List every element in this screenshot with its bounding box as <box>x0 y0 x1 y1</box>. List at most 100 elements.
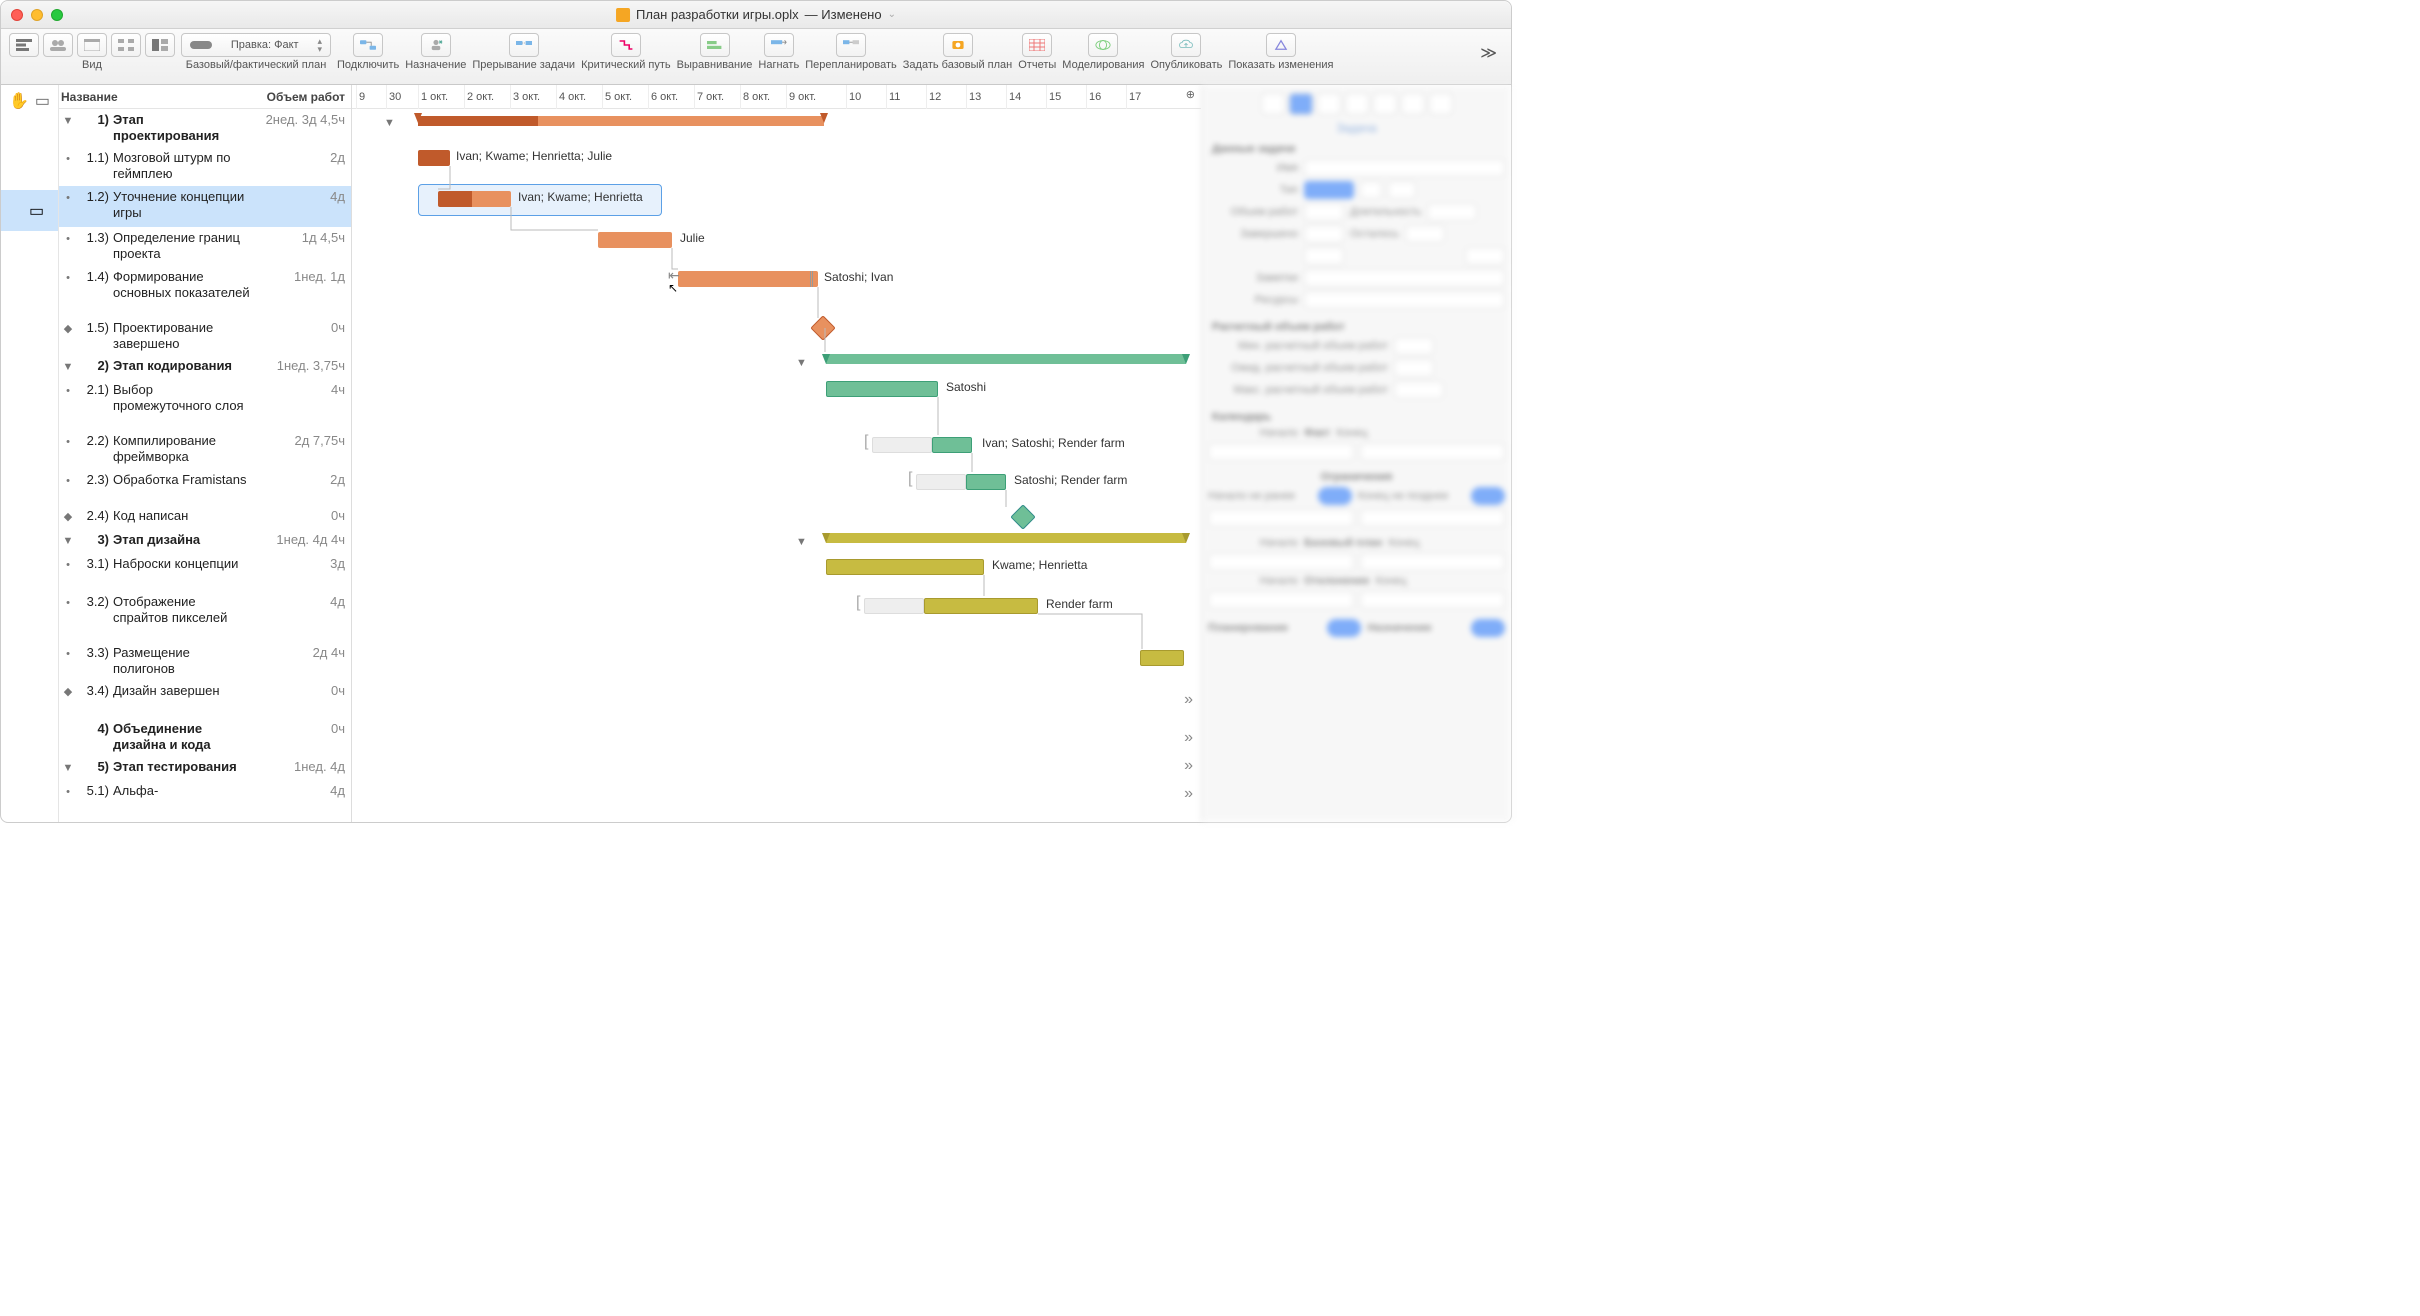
show-changes-button[interactable] <box>1266 33 1296 57</box>
inspector-panel[interactable]: Задача Данные задачи Имя Тип Объем работ… <box>1201 85 1511 822</box>
inspector-type-pill[interactable] <box>1304 181 1354 199</box>
minimize-window-button[interactable] <box>31 9 43 21</box>
inspector-tabs[interactable] <box>1208 93 1505 115</box>
selected-row-note-icon[interactable]: ▭ <box>1 190 58 231</box>
toolbar-overflow-button[interactable]: ≫ <box>1480 33 1503 63</box>
row-index: 1) <box>77 112 113 127</box>
toolbar-group-baseline: Правка: Факт ▴▾ Базовый/фактический план <box>181 33 331 71</box>
split-task-button[interactable] <box>509 33 539 57</box>
gantt-timescale: ⊕ 9301 окт.2 окт.3 окт.4 окт.5 окт.6 окт… <box>352 85 1201 109</box>
reschedule-button[interactable] <box>836 33 866 57</box>
connect-button[interactable] <box>353 33 383 57</box>
outline-row[interactable]: ▼3)Этап дизайна1нед. 4д 4ч <box>59 529 351 553</box>
catchup-button[interactable] <box>764 33 794 57</box>
outline-row[interactable]: •3.3)Размещение полигонов2д 4ч <box>59 642 351 680</box>
edit-mode-selector[interactable]: Правка: Факт ▴▾ <box>181 33 331 57</box>
row-bullet-icon: • <box>59 230 77 248</box>
outline-row[interactable]: •1.4)Формирование основных показателей1н… <box>59 266 351 317</box>
row-index: 2) <box>77 358 113 373</box>
outline-gutter: ✋ ▭ ▭ <box>1 85 59 822</box>
toolbar-group-view: Вид <box>9 33 175 71</box>
outline-row[interactable]: ◆3.4)Дизайн завершен0ч <box>59 680 351 718</box>
row-index: 1.1) <box>77 150 113 165</box>
outline-row[interactable]: •2.2)Компилирование фреймворка2д 7,75ч <box>59 430 351 469</box>
timescale-tick: 6 окт. <box>648 85 678 109</box>
row-effort: 2нед. 3д 4,5ч <box>255 112 351 127</box>
outline-row[interactable]: •3.2)Отображение спрайтов пикселей4д <box>59 591 351 642</box>
row-name: Этап кодирования <box>113 358 255 374</box>
outline-row[interactable]: •1.2)Уточнение концепции игры4д <box>59 186 351 227</box>
row-effort: 4ч <box>255 382 351 397</box>
outline-row[interactable]: •2.1)Выбор промежуточного слоя4ч <box>59 379 351 430</box>
row-name: Размещение полигонов <box>113 645 255 677</box>
outline-row[interactable]: •1.3)Определение границ проекта1д 4,5ч <box>59 227 351 266</box>
row-bullet-icon: ▼ <box>59 358 77 376</box>
outline-row[interactable]: •3.1)Наброски концепции3д <box>59 553 351 591</box>
zoom-icon[interactable]: ⊕ <box>1186 88 1195 101</box>
timescale-tick: 5 окт. <box>602 85 632 109</box>
row-bullet-icon: • <box>59 556 77 574</box>
reports-button[interactable] <box>1022 33 1052 57</box>
row-bullet-icon: ▼ <box>59 112 77 130</box>
toolbar-label-reports: Отчеты <box>1018 59 1056 71</box>
view-styles-button[interactable] <box>145 33 175 57</box>
row-effort: 1д 4,5ч <box>255 230 351 245</box>
critical-path-button[interactable] <box>611 33 641 57</box>
row-effort: 0ч <box>255 508 351 523</box>
row-name: Обработка Framistans <box>113 472 255 488</box>
note-column-icon[interactable]: ▭ <box>35 91 50 111</box>
view-network-button[interactable] <box>111 33 141 57</box>
timescale-tick: 1 окт. <box>418 85 448 109</box>
outline-row[interactable]: ▼5)Этап тестирования1нед. 4д <box>59 756 351 780</box>
view-gantt-button[interactable] <box>9 33 39 57</box>
row-index: 2.2) <box>77 433 113 448</box>
outline-row[interactable]: ◆2.4)Код написан0ч <box>59 505 351 529</box>
zoom-window-button[interactable] <box>51 9 63 21</box>
timescale-tick: 30 <box>386 85 401 109</box>
row-effort: 0ч <box>255 320 351 335</box>
toolbar-label-simulations: Моделирования <box>1062 59 1144 71</box>
assign-button[interactable] <box>421 33 451 57</box>
hand-tool-icon[interactable]: ✋ <box>9 91 29 111</box>
timescale-tick: 13 <box>966 85 981 109</box>
close-window-button[interactable] <box>11 9 23 21</box>
simulations-button[interactable] <box>1088 33 1118 57</box>
row-bullet-icon: • <box>59 150 77 168</box>
row-name: Этап проектирования <box>113 112 255 144</box>
task-outline[interactable]: Название Объем работ ▼1)Этап проектирова… <box>59 85 351 822</box>
row-bullet-icon: • <box>59 269 77 287</box>
row-index: 4) <box>77 721 113 736</box>
start-constraint-switch[interactable] <box>1318 487 1352 505</box>
view-resources-button[interactable] <box>43 33 73 57</box>
row-effort: 3д <box>255 556 351 571</box>
title-dropdown-icon[interactable]: ⌄ <box>888 9 896 20</box>
timescale-tick: 10 <box>846 85 861 109</box>
row-effort: 0ч <box>255 683 351 698</box>
outline-row[interactable]: •5.1)Альфа-4д <box>59 780 351 810</box>
end-constraint-switch[interactable] <box>1471 487 1505 505</box>
view-calendar-button[interactable] <box>77 33 107 57</box>
outline-row[interactable]: 4)Объединение дизайна и кода0ч <box>59 718 351 756</box>
toolbar-label-view: Вид <box>82 59 102 71</box>
timescale-tick: 9 <box>356 85 365 109</box>
row-effort: 1нед. 3,75ч <box>255 358 351 373</box>
outline-row[interactable]: ◆1.5)Проектирование завершено0ч <box>59 317 351 355</box>
row-effort: 1нед. 4д <box>255 759 351 774</box>
dependency-links <box>352 109 1192 809</box>
outline-row[interactable]: •2.3)Обработка Framistans2д <box>59 469 351 505</box>
gantt-chart[interactable]: ⊕ 9301 окт.2 окт.3 окт.4 окт.5 окт.6 окт… <box>352 85 1201 822</box>
row-bullet-icon: • <box>59 382 77 400</box>
outline-row[interactable]: •1.1)Мозговой штурм по геймплею2д <box>59 147 351 186</box>
toolbar-label-assign: Назначение <box>405 59 466 71</box>
planning-switch[interactable] <box>1327 619 1361 637</box>
col-header-effort: Объем работ <box>255 90 351 104</box>
assignment-switch[interactable] <box>1471 619 1505 637</box>
outline-row[interactable]: ▼2)Этап кодирования1нед. 3,75ч <box>59 355 351 379</box>
row-name: Альфа- <box>113 783 255 799</box>
outline-row[interactable]: ▼1)Этап проектирования2нед. 3д 4,5ч <box>59 109 351 147</box>
set-baseline-button[interactable] <box>943 33 973 57</box>
inspector-name-field[interactable] <box>1304 159 1505 177</box>
level-button[interactable] <box>700 33 730 57</box>
publish-button[interactable] <box>1171 33 1201 57</box>
window-titlebar: План разработки игры.oplx — Изменено ⌄ <box>1 1 1511 29</box>
